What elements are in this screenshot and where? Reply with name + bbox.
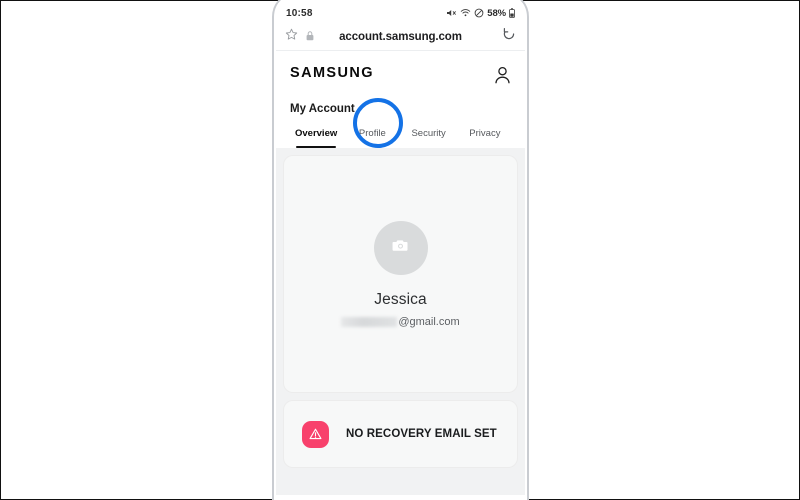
profile-email: @gmail.com: [341, 315, 460, 328]
mute-icon: [446, 8, 457, 18]
camera-icon: [392, 238, 409, 258]
status-bar-icons: 58%: [446, 8, 515, 19]
lock-icon: [306, 28, 314, 46]
page-body: Jessica @gmail.com NO RECOVERY EMAIL SET: [276, 148, 525, 495]
browser-address-bar[interactable]: account.samsung.com: [276, 23, 525, 51]
redacted-email-local-part: [341, 316, 398, 327]
phone-screen: 10:58 58% account.samsung.com SAMSUNG My…: [276, 3, 525, 495]
page-title: My Account: [276, 91, 525, 115]
profile-card: Jessica @gmail.com: [284, 156, 517, 392]
battery-icon: [509, 8, 515, 18]
warning-triangle-icon: [302, 420, 329, 448]
tab-privacy[interactable]: Privacy: [457, 128, 513, 148]
avatar[interactable]: [373, 220, 428, 275]
tab-overview[interactable]: Overview: [288, 128, 344, 148]
do-not-disturb-icon: [474, 8, 484, 18]
tab-profile[interactable]: Profile: [344, 128, 400, 148]
site-header: SAMSUNG: [276, 51, 525, 91]
recovery-email-alert[interactable]: NO RECOVERY EMAIL SET: [284, 401, 517, 467]
screenshot-canvas: 10:58 58% account.samsung.com SAMSUNG My…: [0, 0, 800, 500]
profile-name: Jessica: [374, 290, 427, 308]
status-bar-clock: 10:58: [286, 7, 313, 19]
phone-device-frame: 10:58 58% account.samsung.com SAMSUNG My…: [272, 0, 529, 500]
tab-security[interactable]: Security: [401, 128, 457, 148]
person-icon[interactable]: [494, 66, 511, 91]
tab-bar: Overview Profile Security Privacy: [276, 98, 525, 148]
alert-label: NO RECOVERY EMAIL SET: [346, 428, 497, 440]
samsung-logo[interactable]: SAMSUNG: [290, 65, 374, 81]
wifi-icon: [460, 8, 471, 18]
battery-percent-label: 58%: [487, 7, 506, 19]
reload-icon[interactable]: [502, 27, 516, 46]
status-bar: 10:58 58%: [276, 3, 525, 23]
star-icon[interactable]: [285, 28, 298, 46]
email-domain: @gmail.com: [398, 315, 460, 328]
